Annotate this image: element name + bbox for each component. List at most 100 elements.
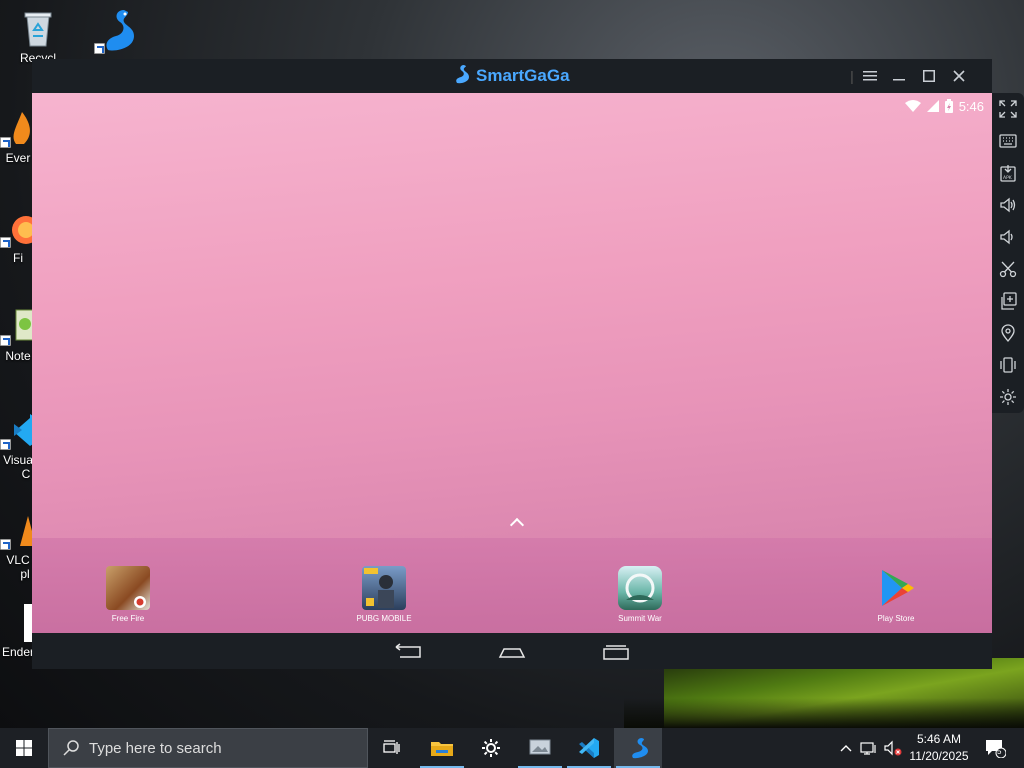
task-view-button[interactable] bbox=[368, 728, 416, 768]
wallpaper-ground bbox=[624, 698, 1024, 728]
recents-icon bbox=[603, 645, 629, 660]
app-flame-icon bbox=[0, 108, 36, 148]
notification-count: 5 bbox=[997, 747, 1002, 756]
keyboard-icon bbox=[999, 134, 1017, 148]
firefox-icon bbox=[0, 208, 40, 248]
apk-install-button[interactable]: APK bbox=[996, 161, 1020, 185]
fullscreen-icon bbox=[999, 100, 1017, 118]
android-home-screen[interactable]: 5:46 Free Fire PUBG MOBILE Summit War Pl… bbox=[32, 93, 992, 633]
multi-instance-icon bbox=[1001, 292, 1017, 310]
app-label: Play Store bbox=[877, 614, 915, 623]
shortcut-arrow-icon bbox=[94, 43, 105, 54]
back-icon bbox=[395, 643, 421, 658]
maximize-button[interactable] bbox=[915, 62, 943, 90]
battery-charging-icon bbox=[944, 99, 953, 113]
desktop-icon-smartgaga[interactable] bbox=[86, 6, 146, 57]
volume-down-button[interactable] bbox=[996, 225, 1020, 249]
tray-network-button[interactable] bbox=[858, 728, 880, 768]
volume-down-icon bbox=[1000, 229, 1013, 245]
shake-button[interactable] bbox=[996, 353, 1020, 377]
screenshot-button[interactable] bbox=[996, 257, 1020, 281]
notification-icon bbox=[986, 740, 1006, 758]
app-play-store[interactable]: Play Store bbox=[856, 566, 936, 623]
location-icon bbox=[1001, 324, 1015, 342]
wifi-icon bbox=[904, 100, 921, 112]
vlc-cone-icon bbox=[0, 510, 36, 550]
emulator-logo: SmartGaGa bbox=[452, 64, 570, 87]
home-button[interactable] bbox=[498, 641, 526, 661]
pubg-mobile-icon bbox=[362, 566, 406, 610]
network-icon bbox=[860, 742, 876, 755]
svg-text:APK: APK bbox=[1003, 175, 1013, 181]
shortcut-arrow-icon bbox=[0, 335, 11, 346]
app-drawer-caret-icon[interactable] bbox=[509, 517, 525, 533]
app-label: PUBG MOBILE bbox=[356, 614, 412, 623]
gear-icon bbox=[482, 739, 500, 757]
free-fire-icon bbox=[106, 566, 150, 610]
emulator-window: SmartGaGa | 5:46 Free Fire PUBG MOBILE S… bbox=[32, 59, 992, 669]
action-center-button[interactable]: 5 bbox=[978, 728, 1012, 768]
task-view-icon bbox=[383, 740, 400, 754]
taskbar-settings[interactable] bbox=[467, 728, 515, 768]
home-icon bbox=[498, 648, 526, 658]
volume-up-button[interactable] bbox=[996, 193, 1020, 217]
android-status-bar: 5:46 bbox=[904, 97, 984, 115]
taskbar-search-box[interactable]: Type here to search bbox=[48, 728, 368, 768]
close-icon bbox=[953, 70, 965, 82]
screenshot-scissors-icon bbox=[999, 261, 1017, 278]
apk-install-icon: APK bbox=[1000, 165, 1016, 182]
search-placeholder: Type here to search bbox=[89, 739, 222, 757]
start-button[interactable] bbox=[0, 728, 48, 768]
close-button[interactable] bbox=[945, 62, 973, 90]
tray-show-hidden-button[interactable] bbox=[836, 728, 856, 768]
maximize-icon bbox=[923, 70, 935, 82]
minimize-button[interactable] bbox=[885, 62, 913, 90]
vscode-icon bbox=[0, 410, 36, 450]
settings-icon bbox=[1000, 389, 1016, 405]
recents-button[interactable] bbox=[602, 641, 630, 661]
fullscreen-button[interactable] bbox=[996, 97, 1020, 121]
chevron-up-icon bbox=[840, 745, 852, 752]
photos-icon bbox=[529, 739, 551, 755]
search-icon bbox=[63, 740, 79, 756]
shortcut-arrow-icon bbox=[0, 237, 11, 248]
app-free-fire[interactable]: Free Fire bbox=[88, 566, 168, 623]
emulator-titlebar[interactable]: SmartGaGa | bbox=[32, 59, 992, 93]
location-button[interactable] bbox=[996, 321, 1020, 345]
shake-icon bbox=[1000, 357, 1016, 373]
windows-logo-icon bbox=[16, 740, 32, 756]
android-dock: Free Fire PUBG MOBILE Summit War Play St… bbox=[32, 517, 992, 633]
emulator-side-toolbar: APK bbox=[992, 93, 1024, 413]
app-pubg-mobile[interactable]: PUBG MOBILE bbox=[344, 566, 424, 623]
multi-instance-button[interactable] bbox=[996, 289, 1020, 313]
desktop-icon-recycle-bin[interactable]: Recycl bbox=[8, 8, 68, 65]
vscode-icon bbox=[579, 738, 599, 758]
menu-button[interactable] bbox=[856, 62, 884, 90]
cellular-signal-icon bbox=[926, 100, 939, 112]
file-explorer-icon bbox=[431, 742, 453, 756]
emulator-title: SmartGaGa bbox=[476, 66, 570, 85]
taskbar-clock[interactable]: 5:46 AM 11/20/2025 bbox=[900, 731, 978, 765]
settings-button[interactable] bbox=[996, 385, 1020, 409]
notepad-plus-icon bbox=[0, 306, 36, 346]
shortcut-arrow-icon bbox=[0, 539, 11, 550]
clock-time: 5:46 AM bbox=[916, 732, 962, 746]
volume-up-icon bbox=[1000, 197, 1016, 213]
app-label: Summit War bbox=[618, 614, 662, 623]
back-button[interactable] bbox=[394, 641, 422, 661]
summit-war-icon bbox=[618, 566, 662, 610]
taskbar-smartgaga[interactable] bbox=[614, 728, 662, 768]
app-summit-war[interactable]: Summit War bbox=[600, 566, 680, 623]
smartgaga-swan-icon bbox=[632, 738, 648, 759]
smartgaga-swan-icon bbox=[94, 6, 138, 54]
minimize-icon bbox=[893, 79, 905, 81]
taskbar-vscode[interactable] bbox=[565, 728, 613, 768]
taskbar-file-explorer[interactable] bbox=[418, 728, 466, 768]
android-clock: 5:46 bbox=[958, 98, 984, 114]
titlebar-divider: | bbox=[850, 68, 854, 84]
file-white-icon bbox=[0, 602, 36, 644]
android-navigation-bar bbox=[32, 633, 992, 669]
taskbar-photos-app[interactable] bbox=[516, 728, 564, 768]
shortcut-arrow-icon bbox=[0, 439, 11, 450]
keyboard-button[interactable] bbox=[996, 129, 1020, 153]
